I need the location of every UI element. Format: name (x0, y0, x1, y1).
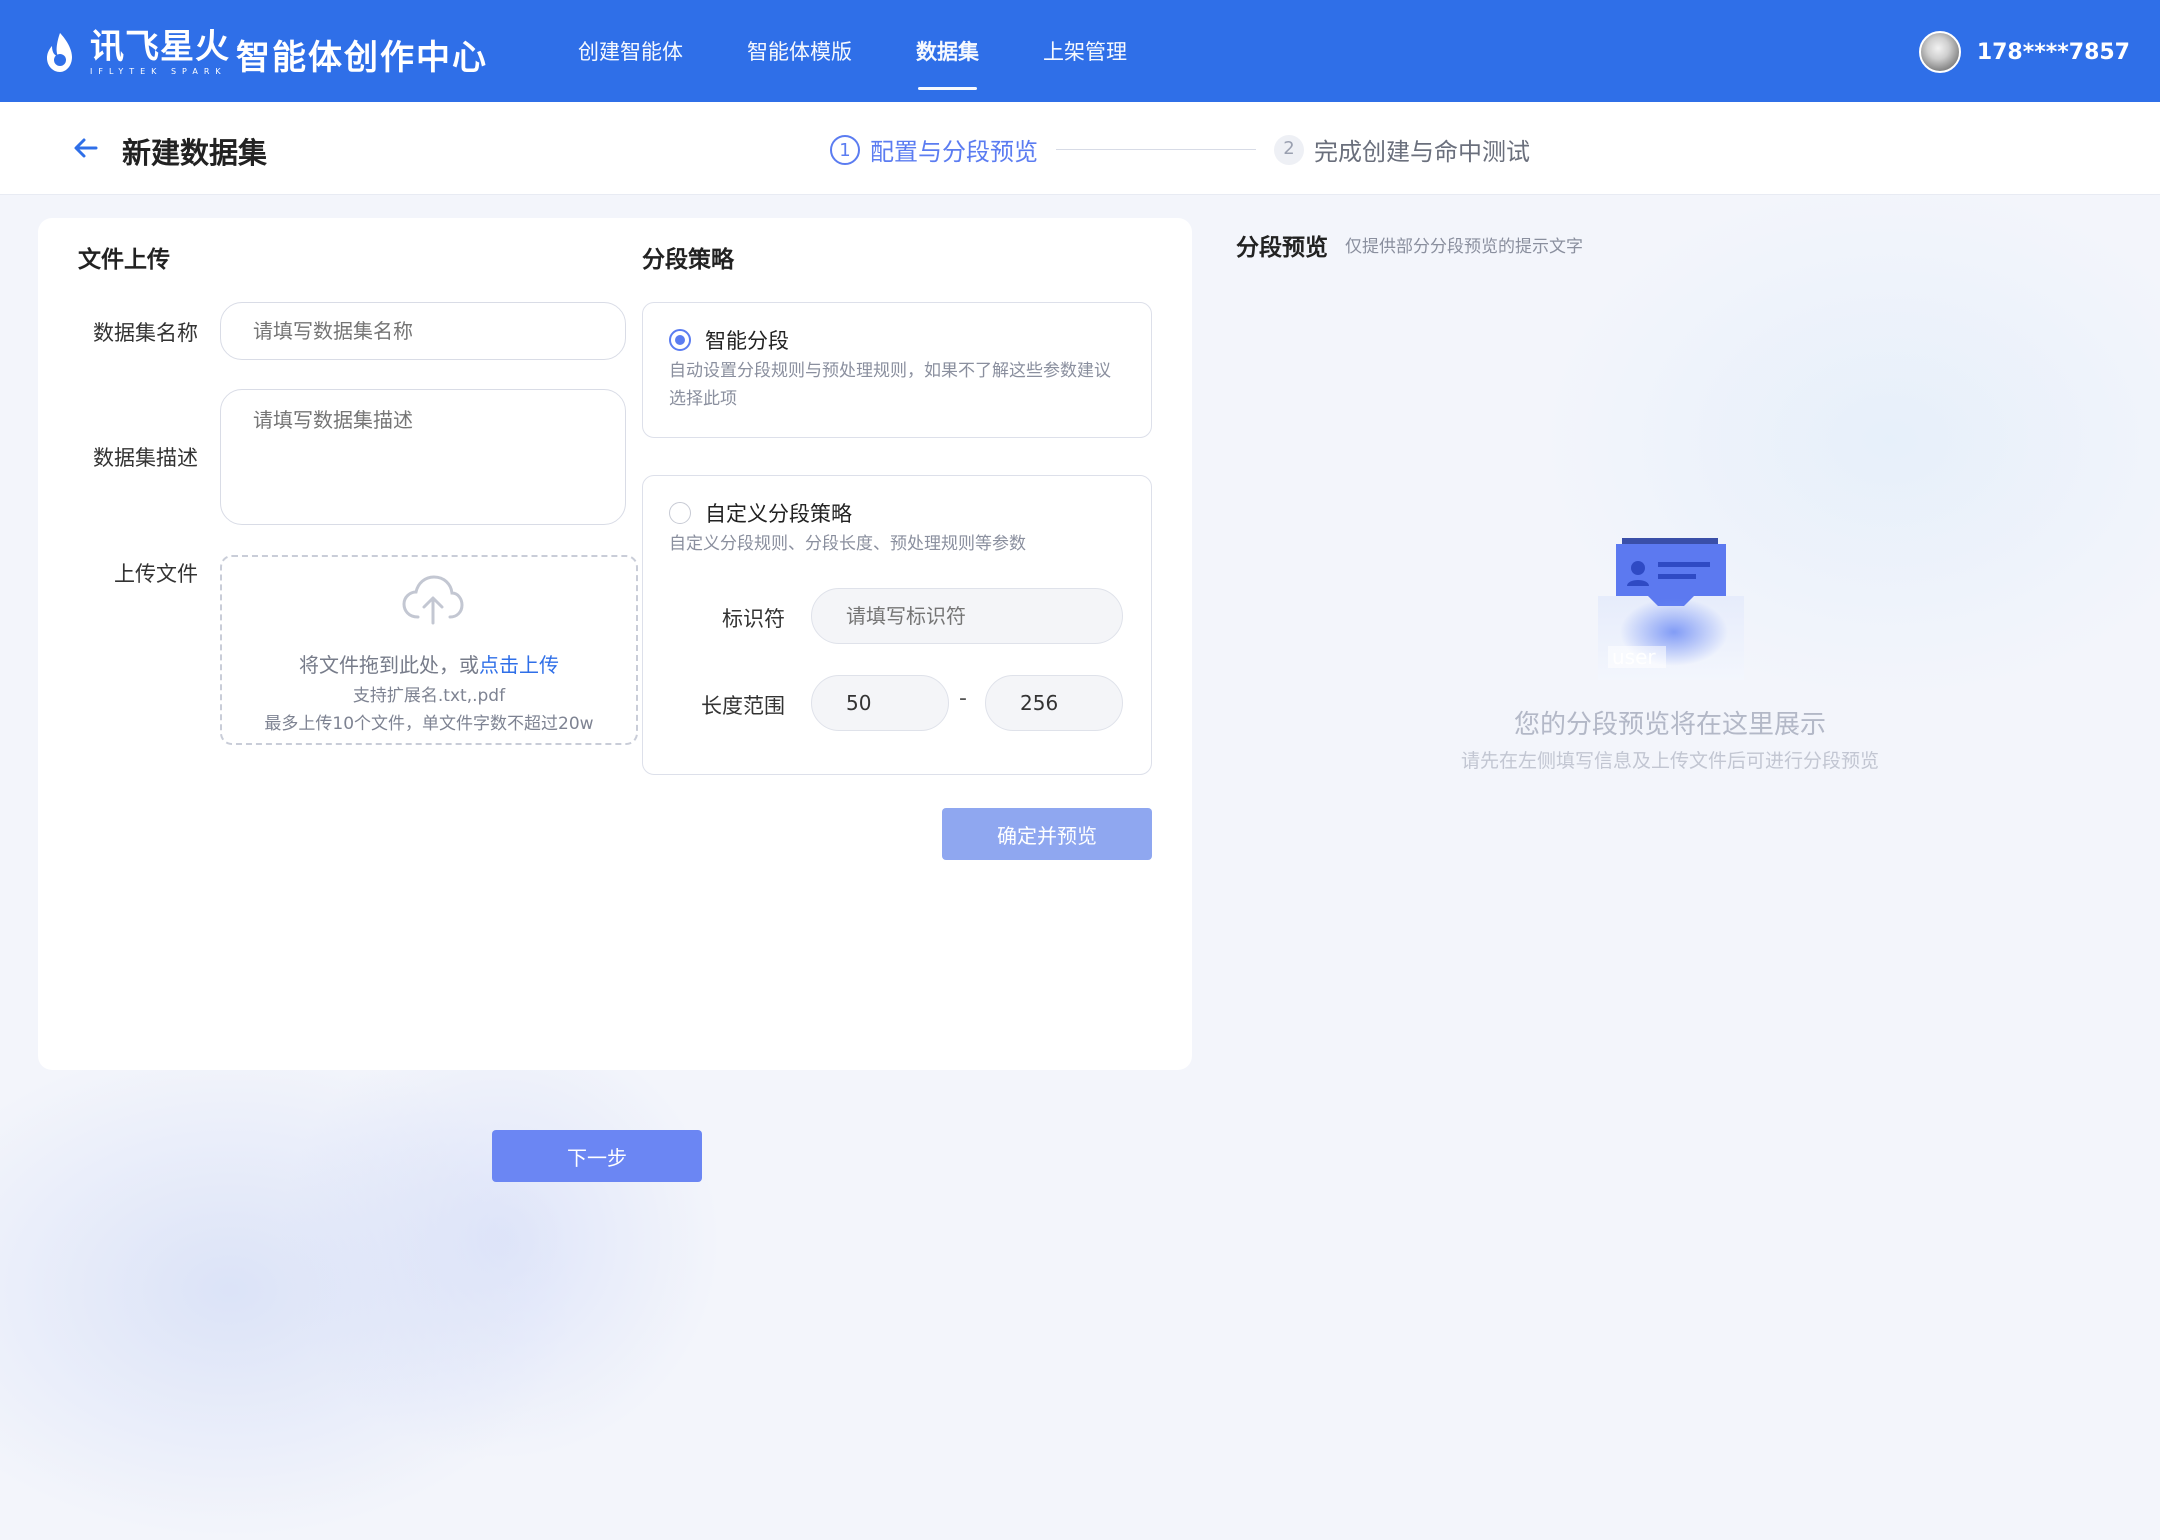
dataset-desc-textarea[interactable] (220, 389, 626, 525)
smart-segment-radio[interactable] (669, 329, 691, 351)
supported-ext-text: 支持扩展名.txt,.pdf (352, 686, 506, 706)
cloud-upload-icon (400, 573, 466, 627)
logo-en-text: IFLYTEK SPARK (90, 67, 227, 76)
logo-cn-text: 讯飞星火 (90, 27, 230, 67)
click-upload-link[interactable]: 点击上传 (479, 653, 559, 677)
custom-segment-title: 自定义分段策略 (705, 502, 852, 526)
preview-title: 分段预览 (1236, 235, 1328, 261)
smart-segment-option[interactable]: 智能分段 自动设置分段规则与预处理规则，如果不了解这些参数建议选择此项 (642, 302, 1152, 438)
dataset-config-card: 文件上传 数据集名称 数据集描述 上传文件 将文件拖到此处，或点击上传 支持扩展… (38, 218, 1192, 1070)
smart-segment-title: 智能分段 (705, 329, 789, 353)
upload-section-title: 文件上传 (78, 247, 170, 273)
top-navigation-bar: 讯飞星火 IFLYTEK SPARK 智能体创作中心 创建智能体 智能体模版 数… (0, 0, 2160, 102)
smart-segment-desc: 自动设置分段规则与预处理规则，如果不了解这些参数建议选择此项 (669, 361, 1111, 409)
confirm-preview-button[interactable]: 确定并预览 (942, 808, 1152, 860)
user-phone: 178****7857 (1976, 39, 2130, 65)
preview-hint: 仅提供部分分段预览的提示文字 (1345, 237, 1583, 257)
step-divider (1056, 149, 1256, 150)
dataset-name-label: 数据集名称 (93, 321, 198, 345)
separator-label: 标识符 (722, 607, 785, 631)
avatar[interactable] (1918, 31, 1961, 73)
nav-publish-management[interactable]: 上架管理 (1043, 0, 1127, 102)
length-max-input[interactable] (985, 675, 1123, 731)
empty-preview-subtitle: 请先在左侧填写信息及上传文件后可进行分段预览 (1460, 750, 1879, 772)
custom-segment-desc: 自定义分段规则、分段长度、预处理规则等参数 (669, 534, 1026, 554)
illus-user-label: user (1612, 645, 1656, 669)
dataset-desc-label: 数据集描述 (93, 446, 198, 470)
step-1-number: 1 (830, 134, 860, 165)
length-range-separator: - (959, 686, 967, 711)
next-step-button[interactable]: 下一步 (492, 1130, 702, 1182)
upload-limit-text: 最多上传10个文件，单文件字数不超过20w (264, 714, 594, 734)
custom-segment-option[interactable]: 自定义分段策略 自定义分段规则、分段长度、预处理规则等参数 标识符 长度范围 - (642, 475, 1152, 775)
length-min-input[interactable] (811, 675, 949, 731)
nav-create-agent[interactable]: 创建智能体 (578, 0, 683, 102)
step-2-label: 完成创建与命中测试 (1314, 138, 1530, 166)
empty-folder-illustration: user (1594, 534, 1748, 684)
dropzone-text: 将文件拖到此处，或点击上传 (222, 649, 636, 678)
stepper: 1 配置与分段预览 2 完成创建与命中测试 (830, 132, 1530, 167)
main-nav: 创建智能体 智能体模版 数据集 上架管理 (578, 0, 1191, 102)
app-title: 智能体创作中心 (236, 38, 488, 78)
user-menu[interactable]: 178****7857 (1918, 31, 2130, 73)
dataset-name-input[interactable] (220, 302, 626, 360)
nav-agent-templates[interactable]: 智能体模版 (747, 0, 852, 102)
custom-segment-radio[interactable] (669, 502, 691, 524)
separator-input[interactable] (811, 588, 1123, 644)
strategy-section-title: 分段策略 (642, 247, 734, 273)
page-header: 新建数据集 1 配置与分段预览 2 完成创建与命中测试 (0, 102, 2160, 195)
drop-hint: 将文件拖到此处，或 (299, 653, 479, 677)
page-title: 新建数据集 (122, 136, 268, 170)
length-range-label: 长度范围 (701, 694, 785, 718)
spark-flame-icon (40, 31, 80, 75)
step-1-label: 配置与分段预览 (870, 138, 1038, 166)
upload-file-label: 上传文件 (114, 562, 198, 586)
nav-datasets[interactable]: 数据集 (916, 0, 979, 102)
step-2-number: 2 (1274, 134, 1304, 165)
back-arrow-icon[interactable] (70, 132, 102, 164)
iflytek-spark-logo[interactable]: 讯飞星火 IFLYTEK SPARK (40, 28, 230, 78)
file-dropzone[interactable]: 将文件拖到此处，或点击上传 支持扩展名.txt,.pdf 最多上传10个文件，单… (220, 555, 638, 745)
empty-preview-title: 您的分段预览将在这里展示 (1513, 710, 1826, 740)
